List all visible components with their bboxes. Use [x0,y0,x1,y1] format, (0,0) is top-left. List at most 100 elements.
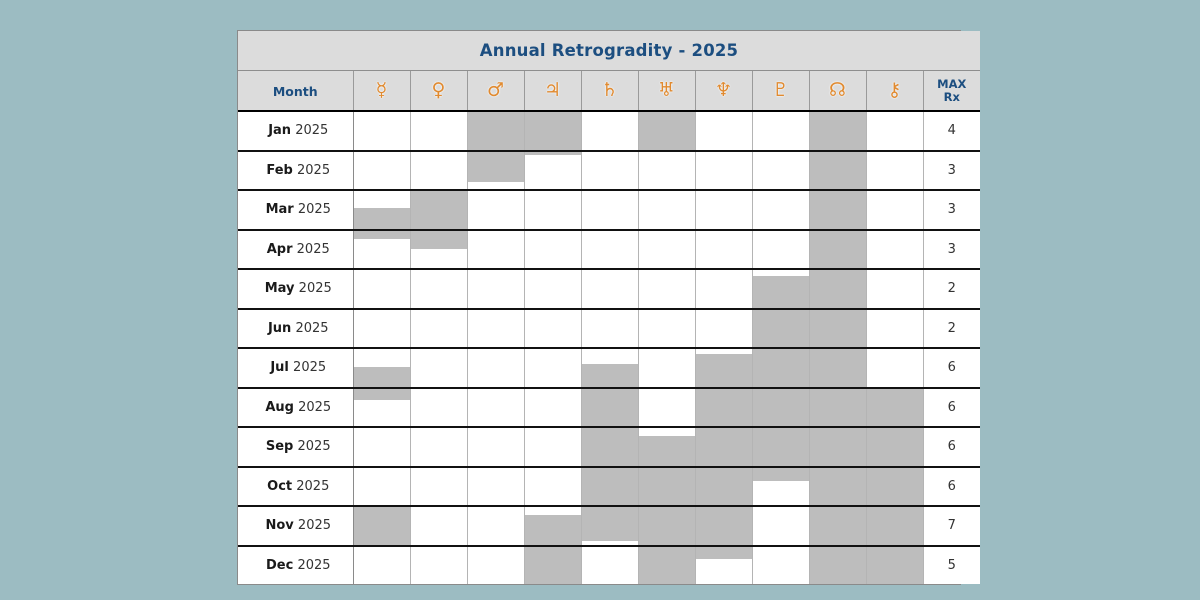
retrograde-cell-neptune[interactable] [695,111,753,152]
retrograde-cell-pluto[interactable] [752,150,810,191]
retrograde-cell-mars[interactable] [467,545,525,584]
retrograde-cell-node[interactable] [809,150,867,191]
retrograde-cell-chiron[interactable] [866,506,924,547]
table-row[interactable]: Oct 2025 6 [238,466,981,507]
retrograde-cell-jupiter[interactable] [524,308,582,349]
retrograde-cell-uranus[interactable] [638,348,696,389]
retrograde-cell-chiron[interactable] [866,150,924,191]
retrograde-cell-saturn[interactable] [581,506,639,547]
column-header-venus[interactable]: ♀ [410,70,468,112]
retrograde-cell-chiron[interactable] [866,269,924,310]
retrograde-cell-neptune[interactable] [695,387,753,428]
retrograde-cell-neptune[interactable] [695,269,753,310]
retrograde-cell-pluto[interactable] [752,387,810,428]
retrograde-cell-jupiter[interactable] [524,190,582,231]
retrograde-cell-venus[interactable] [410,348,468,389]
retrograde-cell-mercury[interactable] [353,466,411,507]
retrograde-cell-uranus[interactable] [638,111,696,152]
table-row[interactable]: Apr 2025 3 [238,229,981,270]
retrograde-cell-pluto[interactable] [752,427,810,468]
retrograde-cell-mercury[interactable] [353,190,411,231]
table-row[interactable]: May 2025 2 [238,269,981,310]
table-row[interactable]: Jan 2025 4 [238,111,981,152]
retrograde-cell-pluto[interactable] [752,111,810,152]
retrograde-cell-jupiter[interactable] [524,466,582,507]
retrograde-cell-chiron[interactable] [866,466,924,507]
table-row[interactable]: Jul 2025 6 [238,348,981,389]
retrograde-cell-neptune[interactable] [695,150,753,191]
retrograde-cell-saturn[interactable] [581,466,639,507]
retrograde-cell-mars[interactable] [467,506,525,547]
retrograde-cell-mercury[interactable] [353,111,411,152]
column-header-saturn[interactable]: ♄ [581,70,639,112]
retrograde-cell-saturn[interactable] [581,308,639,349]
retrograde-cell-chiron[interactable] [866,111,924,152]
retrograde-cell-node[interactable] [809,506,867,547]
retrograde-cell-pluto[interactable] [752,545,810,584]
retrograde-cell-uranus[interactable] [638,387,696,428]
retrograde-cell-mars[interactable] [467,269,525,310]
retrograde-cell-chiron[interactable] [866,348,924,389]
retrograde-cell-node[interactable] [809,269,867,310]
retrograde-cell-venus[interactable] [410,308,468,349]
column-header-north-node[interactable]: ☊ [809,70,867,112]
retrograde-cell-node[interactable] [809,190,867,231]
table-row[interactable]: Dec 2025 5 [238,545,981,584]
table-row[interactable]: Feb 2025 3 [238,150,981,191]
table-row[interactable]: Nov 2025 7 [238,506,981,547]
retrograde-cell-uranus[interactable] [638,150,696,191]
retrograde-cell-uranus[interactable] [638,506,696,547]
table-row[interactable]: Aug 2025 6 [238,387,981,428]
retrograde-cell-jupiter[interactable] [524,427,582,468]
retrograde-cell-uranus[interactable] [638,190,696,231]
retrograde-cell-chiron[interactable] [866,229,924,270]
retrograde-cell-mercury[interactable] [353,229,411,270]
retrograde-cell-jupiter[interactable] [524,111,582,152]
retrograde-cell-pluto[interactable] [752,466,810,507]
retrograde-cell-chiron[interactable] [866,190,924,231]
retrograde-cell-saturn[interactable] [581,269,639,310]
retrograde-cell-mercury[interactable] [353,427,411,468]
retrograde-cell-node[interactable] [809,348,867,389]
retrograde-cell-mercury[interactable] [353,308,411,349]
table-row[interactable]: Jun 2025 2 [238,308,981,349]
retrograde-cell-jupiter[interactable] [524,506,582,547]
retrograde-cell-mars[interactable] [467,427,525,468]
retrograde-cell-mercury[interactable] [353,269,411,310]
retrograde-cell-node[interactable] [809,387,867,428]
retrograde-cell-saturn[interactable] [581,387,639,428]
retrograde-cell-chiron[interactable] [866,427,924,468]
retrograde-cell-mars[interactable] [467,150,525,191]
retrograde-cell-saturn[interactable] [581,190,639,231]
column-header-pluto[interactable]: ♇ [752,70,810,112]
retrograde-cell-neptune[interactable] [695,348,753,389]
retrograde-cell-jupiter[interactable] [524,150,582,191]
retrograde-cell-venus[interactable] [410,190,468,231]
retrograde-cell-mercury[interactable] [353,545,411,584]
retrograde-cell-venus[interactable] [410,150,468,191]
retrograde-cell-jupiter[interactable] [524,229,582,270]
retrograde-cell-jupiter[interactable] [524,545,582,584]
column-header-max-rx[interactable]: MAX Rx [923,70,981,112]
retrograde-cell-venus[interactable] [410,545,468,584]
retrograde-cell-node[interactable] [809,229,867,270]
column-header-uranus[interactable]: ♅ [638,70,696,112]
retrograde-cell-uranus[interactable] [638,545,696,584]
retrograde-cell-saturn[interactable] [581,229,639,270]
retrograde-cell-venus[interactable] [410,229,468,270]
retrograde-cell-jupiter[interactable] [524,269,582,310]
retrograde-cell-chiron[interactable] [866,387,924,428]
retrograde-cell-mars[interactable] [467,348,525,389]
column-header-neptune[interactable]: ♆ [695,70,753,112]
retrograde-cell-pluto[interactable] [752,308,810,349]
retrograde-cell-mars[interactable] [467,111,525,152]
retrograde-cell-uranus[interactable] [638,269,696,310]
retrograde-cell-neptune[interactable] [695,545,753,584]
retrograde-cell-chiron[interactable] [866,545,924,584]
retrograde-cell-mars[interactable] [467,190,525,231]
retrograde-cell-chiron[interactable] [866,308,924,349]
retrograde-cell-node[interactable] [809,427,867,468]
retrograde-cell-uranus[interactable] [638,427,696,468]
retrograde-cell-pluto[interactable] [752,229,810,270]
column-header-chiron[interactable]: ⚷ [866,70,924,112]
